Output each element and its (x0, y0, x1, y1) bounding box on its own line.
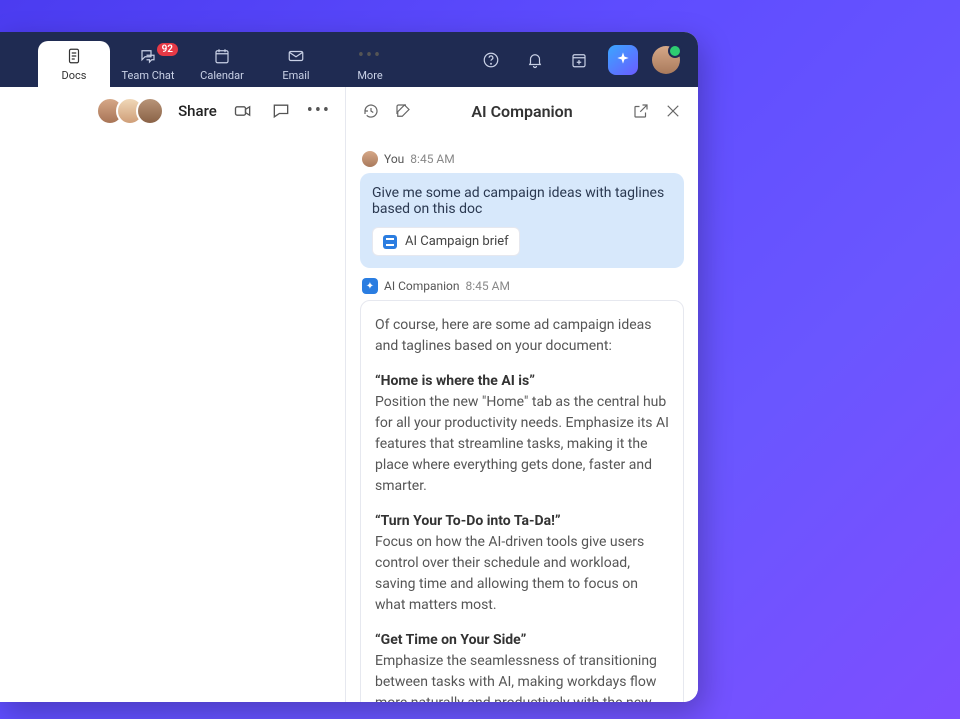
attached-doc-chip[interactable]: AI Campaign brief (372, 227, 520, 256)
idea-body: Position the new "Home" tab as the centr… (375, 394, 669, 494)
nav-tab-email[interactable]: Email (260, 41, 332, 87)
notifications-button[interactable] (520, 45, 550, 75)
user-avatar-icon (362, 151, 378, 167)
ai-time: 8:45 AM (466, 279, 510, 293)
nav-label: Email (282, 69, 309, 82)
doc-toolbar: Share ••• (0, 87, 345, 135)
calendar-icon (213, 47, 231, 65)
email-icon (287, 47, 305, 65)
share-button[interactable]: Share (178, 102, 217, 120)
profile-avatar[interactable] (652, 46, 680, 74)
ai-header: AI Companion (346, 87, 698, 135)
nav-tab-more[interactable]: ••• More (334, 41, 406, 87)
schedule-button[interactable] (564, 45, 594, 75)
ai-message: Of course, here are some ad campaign ide… (360, 300, 684, 702)
ai-intro: Of course, here are some ad campaign ide… (375, 315, 669, 357)
idea-body: Emphasize the seamlessness of transition… (375, 653, 657, 702)
nav-tab-home[interactable] (16, 41, 36, 87)
doc-pane: Share ••• ur document: y needs. Emphasiz… (0, 87, 346, 702)
nav-label: More (357, 69, 382, 82)
ai-body: You 8:45 AM Give me some ad campaign ide… (346, 135, 698, 702)
popout-icon[interactable] (630, 100, 652, 122)
comment-icon[interactable] (269, 99, 293, 123)
user-message: Give me some ad campaign ideas with tagl… (360, 173, 684, 268)
ai-name: AI Companion (384, 279, 460, 293)
chip-label: AI Campaign brief (405, 234, 509, 249)
collaborators[interactable] (96, 97, 164, 125)
ai-companion-pane: AI Companion You 8:45 AM Give me some ad… (346, 87, 698, 702)
topbar: Docs 92 Team Chat Calendar Email (0, 32, 698, 87)
nav-label: Calendar (200, 69, 244, 82)
user-time: 8:45 AM (410, 152, 454, 166)
close-icon[interactable] (662, 100, 684, 122)
ai-title: AI Companion (424, 102, 620, 121)
nav-tabs: Docs 92 Team Chat Calendar Email (8, 32, 406, 87)
doc-text: ur document: (0, 187, 340, 208)
avatar (136, 97, 164, 125)
nav-tab-team-chat[interactable]: 92 Team Chat (112, 41, 184, 87)
ai-companion-button[interactable] (608, 45, 638, 75)
idea-title: “Get Time on Your Side” (375, 632, 526, 648)
ai-msg-meta: AI Companion 8:45 AM (362, 278, 684, 294)
badge-count: 92 (157, 43, 178, 56)
doc-icon (383, 235, 397, 249)
history-icon[interactable] (360, 100, 382, 122)
nav-label: Docs (62, 69, 87, 82)
video-icon[interactable] (231, 99, 255, 123)
doc-content: ur document: y needs. Emphasize its AI e… (0, 187, 340, 308)
idea-title: “Home is where the AI is” (375, 373, 535, 389)
doc-icon (65, 47, 83, 65)
user-message-text: Give me some ad campaign ideas with tagl… (372, 185, 672, 217)
nav-tab-calendar[interactable]: Calendar (186, 41, 258, 87)
ai-avatar-icon (362, 278, 378, 294)
idea-body: Focus on how the AI-driven tools give us… (375, 534, 644, 613)
user-msg-meta: You 8:45 AM (362, 151, 684, 167)
nav-label: Team Chat (121, 69, 174, 82)
topbar-right (476, 45, 690, 75)
home-icon (17, 55, 35, 73)
chat-icon (139, 47, 157, 65)
new-chat-icon[interactable] (392, 100, 414, 122)
idea-title: “Turn Your To-Do into Ta-Da!” (375, 513, 561, 529)
more-icon: ••• (361, 47, 379, 65)
help-button[interactable] (476, 45, 506, 75)
user-name: You (384, 152, 404, 166)
app-window: Docs 92 Team Chat Calendar Email (0, 32, 698, 702)
nav-tab-docs[interactable]: Docs (38, 41, 110, 87)
